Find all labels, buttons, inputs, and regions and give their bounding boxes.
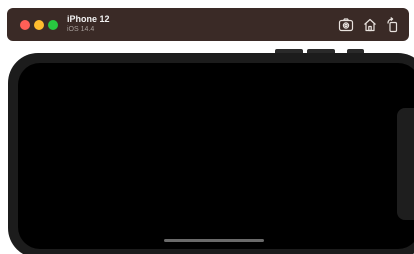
home-indicator[interactable] — [164, 239, 264, 242]
side-button[interactable] — [397, 108, 414, 220]
os-version: iOS 14.4 — [67, 26, 95, 33]
device-screen[interactable] — [18, 63, 414, 249]
zoom-window-button[interactable] — [48, 20, 58, 30]
screenshot-icon[interactable] — [338, 17, 354, 33]
title-bar: iPhone 12 iOS 14.4 — [7, 8, 409, 41]
device-frame — [8, 53, 414, 254]
device-name: iPhone 12 — [67, 14, 110, 24]
close-window-button[interactable] — [20, 20, 30, 30]
minimize-window-button[interactable] — [34, 20, 44, 30]
rotate-icon[interactable] — [385, 17, 401, 33]
simulator-window: iPhone 12 iOS 14.4 — [0, 0, 414, 254]
home-icon[interactable] — [362, 17, 378, 33]
